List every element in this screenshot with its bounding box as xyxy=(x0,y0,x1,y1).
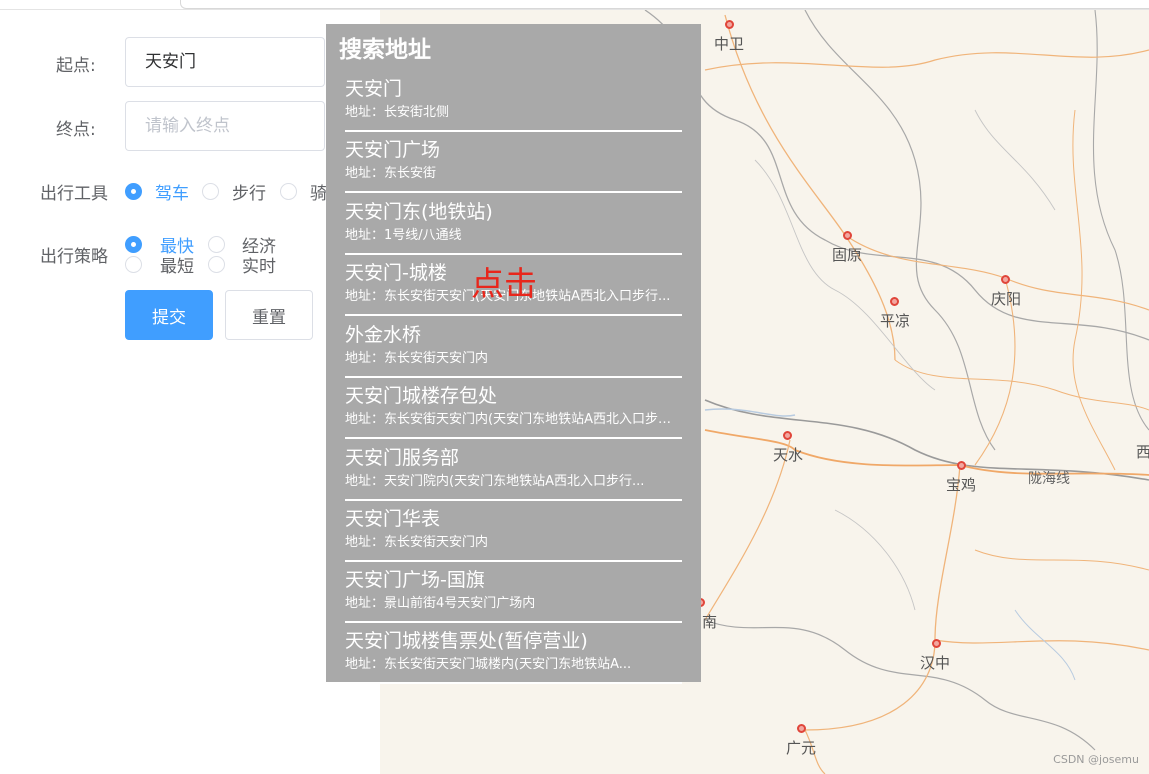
result-name: 天安门城楼存包处 xyxy=(345,385,498,407)
radio-dot-icon xyxy=(202,183,219,200)
result-name: 天安门广场-国旗 xyxy=(345,569,485,591)
result-name: 外金水桥 xyxy=(345,324,422,346)
result-name: 天安门华表 xyxy=(345,508,441,530)
end-input[interactable]: 请输入终点 xyxy=(125,101,325,151)
city-pin-icon xyxy=(957,461,966,470)
result-address: 地址：1号线/八通线 xyxy=(345,228,462,243)
search-result-item[interactable]: 天安门广场地址：东长安街 xyxy=(345,132,682,193)
search-result-item[interactable]: 天安门城楼售票处(暂停营业) 地址：东长安街天安门城楼内(天安门东地铁站A... xyxy=(345,623,682,684)
search-results-panel: 搜索地址 天安门地址：长安街北侧 天安门广场地址：东长安街 天安门东(地铁站) 地… xyxy=(326,24,701,684)
city-label: 宝鸡 xyxy=(946,476,977,494)
radio-dot-icon xyxy=(125,256,142,273)
city-pin-icon xyxy=(725,20,734,29)
policy-label: 出行策略 xyxy=(40,247,108,267)
tab-strip-edge xyxy=(180,0,1149,9)
city-guangyuan: 广元 xyxy=(786,724,817,758)
search-result-item[interactable]: 天安门地址：长安街北侧 xyxy=(345,71,682,132)
city-pin-icon xyxy=(890,297,899,306)
radio-dot-icon xyxy=(280,183,297,200)
search-result-item[interactable]: 天安门东(地铁站) 地址：1号线/八通线 xyxy=(345,194,682,255)
radio-label: 驾车 xyxy=(155,184,189,204)
result-name: 天安门 xyxy=(345,78,403,100)
mode-radio-ride[interactable]: 骑 xyxy=(280,179,327,204)
city-pin-icon xyxy=(783,431,792,440)
search-result-item[interactable]: 外金水桥地址：东长安街天安门内 xyxy=(345,317,682,378)
radio-dot-icon xyxy=(208,236,225,253)
city-hanzhong: 汉中 xyxy=(920,639,951,673)
city-tianshui: 天水 xyxy=(773,431,804,465)
city-partial-xi: 西 xyxy=(1136,441,1149,462)
city-pingliang: 平凉 xyxy=(880,297,911,331)
city-pin-icon xyxy=(797,724,806,733)
mode-radio-drive[interactable]: 驾车 xyxy=(125,179,189,204)
city-zhongwei: 中卫 xyxy=(714,20,745,54)
city-partial-nan: 南 xyxy=(696,598,718,632)
result-name: 天安门服务部 xyxy=(345,447,460,469)
city-pin-icon xyxy=(1001,275,1010,284)
route-form: 起点: 天安门 终点: 请输入终点 出行工具 驾车 步行 骑 出行策略 最快 经… xyxy=(0,10,380,774)
radio-label: 实时 xyxy=(242,257,276,277)
search-panel-title: 搜索地址 xyxy=(339,37,431,63)
result-address: 地址：东长安街天安门内 xyxy=(345,351,489,366)
result-address: 地址：东长安街 xyxy=(345,166,437,181)
mode-label: 出行工具 xyxy=(40,184,108,204)
result-address: 地址：东长安街天安门城楼内(天安门东地铁站A... xyxy=(345,657,632,672)
railway-label: 陇海线 xyxy=(1028,471,1070,487)
radio-label: 步行 xyxy=(232,184,266,204)
start-input[interactable]: 天安门 xyxy=(125,37,325,87)
search-result-item[interactable]: 天安门广场-国旗地址：景山前街4号天安门广场内 xyxy=(345,562,682,623)
result-address: 地址：天安门院内(天安门东地铁站A西北入口步行... xyxy=(345,474,645,489)
city-label: 汉中 xyxy=(920,654,951,672)
city-label: 平凉 xyxy=(880,312,911,330)
result-address: 地址：景山前街4号天安门广场内 xyxy=(345,596,536,611)
city-qingyang: 庆阳 xyxy=(991,275,1022,309)
city-label: 天水 xyxy=(773,446,804,464)
search-result-item[interactable]: 天安门城楼存包处地址：东长安街天安门内(天安门东地铁站A西北入口步行... xyxy=(345,378,682,439)
radio-dot-icon xyxy=(125,183,142,200)
end-label: 终点: xyxy=(56,120,96,140)
submit-button[interactable]: 提交 xyxy=(125,290,213,340)
city-label: 中卫 xyxy=(714,35,745,53)
search-result-item[interactable]: 天安门华表地址：东长安街天安门内 xyxy=(345,501,682,562)
result-name: 天安门-城楼 xyxy=(345,262,447,284)
city-label: 南 xyxy=(702,613,718,631)
radio-dot-icon xyxy=(125,236,142,253)
radio-label: 骑 xyxy=(310,184,327,204)
city-pin-icon xyxy=(932,639,941,648)
city-label: 庆阳 xyxy=(991,290,1022,308)
start-label: 起点: xyxy=(56,56,96,76)
search-result-item[interactable]: 天安门服务部地址：天安门院内(天安门东地铁站A西北入口步行... xyxy=(345,440,682,501)
city-pin-icon xyxy=(843,231,852,240)
watermark: CSDN @josemu xyxy=(1053,753,1139,766)
radio-label: 最短 xyxy=(160,257,194,277)
result-address: 地址：长安街北侧 xyxy=(345,105,450,120)
result-name: 天安门城楼售票处(暂停营业) xyxy=(345,630,588,652)
result-address: 地址：东长安街天安门内(天安门东地铁站A西北入口步行... xyxy=(345,412,682,427)
city-label: 西 xyxy=(1136,443,1149,461)
result-name: 天安门东(地铁站) xyxy=(345,201,493,223)
result-name: 天安门广场 xyxy=(345,139,441,161)
reset-button[interactable]: 重置 xyxy=(225,290,313,340)
city-label: 广元 xyxy=(786,739,817,757)
radio-dot-icon xyxy=(208,256,225,273)
city-label: 固原 xyxy=(832,246,863,264)
click-annotation: 点击 xyxy=(471,264,537,303)
browser-top-edge xyxy=(0,0,1149,10)
city-guyuan: 固原 xyxy=(832,231,863,265)
mode-radio-walk[interactable]: 步行 xyxy=(202,179,266,204)
policy-radio-realtime[interactable]: 实时 xyxy=(208,252,276,277)
result-address: 地址：东长安街天安门内 xyxy=(345,535,489,550)
policy-radio-shortest[interactable]: 最短 xyxy=(125,252,194,277)
city-baoji: 宝鸡 xyxy=(946,461,977,495)
